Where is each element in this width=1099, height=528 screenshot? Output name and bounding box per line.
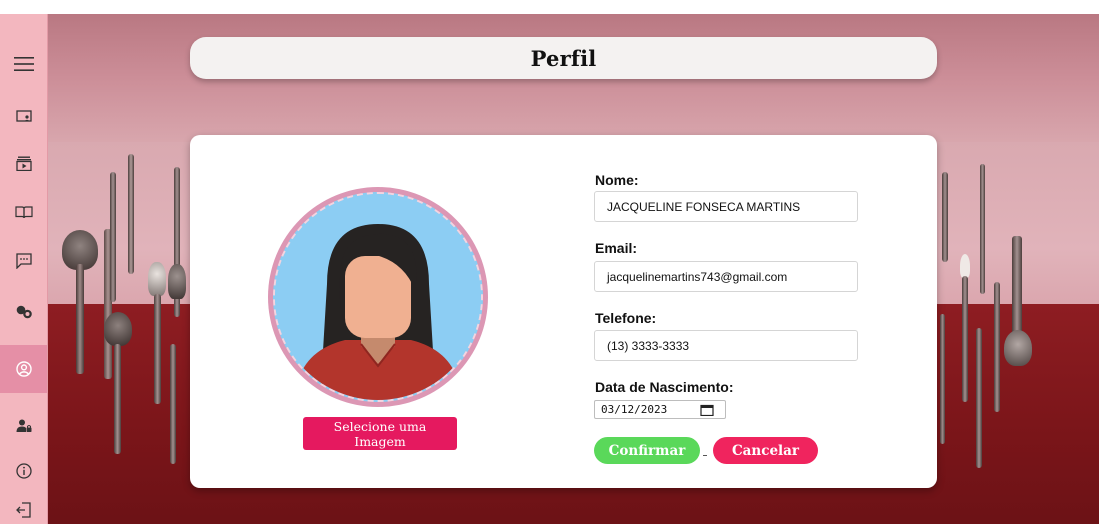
- birth-date-value: 03/12/2023: [601, 403, 668, 416]
- sidebar-item-videos[interactable]: [0, 140, 47, 186]
- page-title: Perfil: [530, 45, 597, 71]
- top-strip: [0, 0, 1099, 14]
- sidebar-item-info[interactable]: [0, 448, 47, 494]
- confirm-button[interactable]: Confirmar: [594, 437, 700, 464]
- sidebar-item-community[interactable]: [0, 289, 47, 335]
- sidebar-item-library[interactable]: [0, 189, 47, 235]
- sidebar-item-menu[interactable]: [0, 41, 47, 87]
- logout-icon: [15, 502, 31, 518]
- chat-icon: [15, 253, 32, 269]
- page-title-card: Perfil: [190, 37, 937, 79]
- video-library-icon: [15, 156, 32, 171]
- book-icon: [14, 206, 33, 219]
- select-image-button[interactable]: Selecione uma Imagem: [303, 417, 457, 450]
- avatar: [268, 187, 488, 407]
- name-label: Nome:: [595, 172, 639, 188]
- sidebar-item-user-settings[interactable]: [0, 403, 47, 449]
- email-label: Email:: [595, 240, 638, 256]
- email-field[interactable]: jacquelinemartins743@gmail.com: [594, 261, 858, 292]
- sidebar-item-profile[interactable]: [0, 345, 47, 393]
- user-settings-icon: [16, 419, 31, 432]
- community-icon: [16, 305, 32, 319]
- birth-date-label: Data de Nascimento:: [595, 379, 734, 395]
- presentation-icon: [15, 110, 32, 122]
- menu-icon: [13, 57, 34, 71]
- separator: [703, 455, 707, 456]
- calendar-icon[interactable]: [700, 404, 714, 416]
- sidebar: [0, 14, 48, 524]
- sidebar-item-presentation[interactable]: [0, 94, 47, 140]
- sidebar-item-chat[interactable]: [0, 238, 47, 284]
- phone-label: Telefone:: [595, 310, 657, 326]
- info-icon: [15, 463, 32, 479]
- name-field[interactable]: JACQUELINE FONSECA MARTINS: [594, 191, 858, 222]
- profile-icon: [15, 361, 32, 377]
- cancel-button[interactable]: Cancelar: [713, 437, 818, 464]
- avatar-illustration: [275, 194, 481, 400]
- profile-card: Selecione uma Imagem Nome: JACQUELINE FO…: [190, 135, 937, 488]
- birth-date-input[interactable]: 03/12/2023: [594, 400, 726, 419]
- phone-field[interactable]: (13) 3333-3333: [594, 330, 858, 361]
